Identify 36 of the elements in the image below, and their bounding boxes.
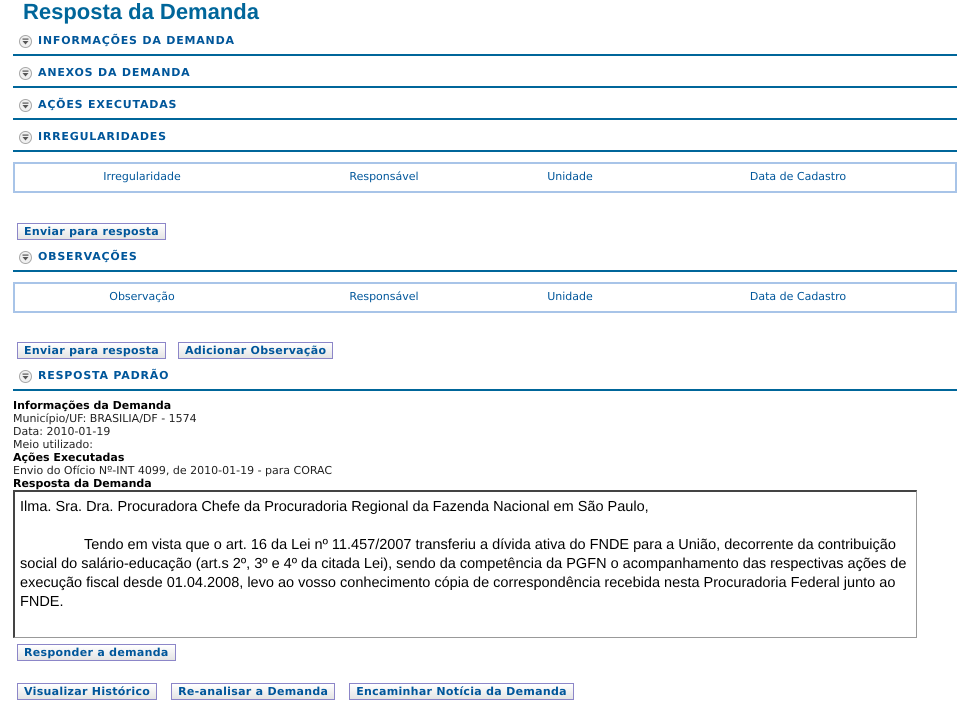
info-line: Meio utilizado: (13, 438, 94, 451)
page-title: Resposta da Demanda (22, 0, 260, 24)
info-heading: Ações Executadas (13, 451, 126, 464)
info-line: Envio do Ofício Nº-INT 4099, de 2010-01-19 - para CORAC (13, 464, 334, 477)
section-title[interactable]: INFORMAÇÕES DA DEMANDA (38, 34, 235, 48)
section-title[interactable]: OBSERVAÇÕES (38, 250, 138, 264)
info-line: Data: 2010-01-19 (13, 425, 112, 438)
column-header: Responsável (348, 169, 420, 186)
column-header: Unidade (546, 289, 594, 306)
collapse-icon[interactable] (19, 250, 32, 264)
info-heading: Resposta da Demanda (13, 477, 153, 490)
form-button[interactable]: Responder a demanda (17, 644, 176, 661)
form-button[interactable]: Enviar para resposta (17, 223, 166, 240)
info-line: Município/UF: BRASILIA/DF - 1574 (13, 412, 198, 425)
collapse-icon[interactable] (19, 130, 32, 144)
collapse-icon[interactable] (19, 98, 32, 112)
column-header: Data de Cadastro (748, 289, 848, 306)
form-button[interactable]: Adicionar Observação (178, 342, 334, 359)
section-title[interactable]: AÇÕES EXECUTADAS (38, 98, 178, 112)
collapse-icon[interactable] (19, 66, 32, 80)
info-heading: Informações da Demanda (13, 399, 172, 412)
column-header: Data de Cadastro (748, 169, 848, 186)
section-title[interactable]: ANEXOS DA DEMANDA (38, 66, 190, 80)
section-title[interactable]: RESPOSTA PADRÃO (38, 369, 170, 383)
collapse-icon[interactable] (19, 34, 32, 48)
form-button[interactable]: Encaminhar Notícia da Demanda (349, 683, 574, 700)
collapse-icon[interactable] (19, 370, 32, 382)
section-title[interactable]: IRREGULARIDADES (38, 130, 167, 144)
form-button[interactable]: Re-analisar a Demanda (171, 683, 336, 700)
form-button[interactable]: Visualizar Histórico (17, 683, 158, 700)
column-header: Irregularidade (102, 169, 182, 186)
response-textarea[interactable]: Ilma. Sra. Dra. Procuradora Chefe da Procuradoria Regional da Fazenda Nacional em São Paulo, Tendo em vista que o art. 16 da Lei nº 11.457/2007 transferiu a dívida ativa do FNDE para a União, decorrente da contribuição social do salário-educação (art.s 2º, 3º e 4º da citada Lei), sendo da competência da PGFN o acompanhamento das respectivas ações de execução fiscal desde 01.04.2008, levo ao vosso conhecimento cópia de correspondência recebida nesta Procuradoria Federal junto ao FNDE. (13, 490, 917, 638)
column-header: Responsável (348, 289, 420, 306)
form-button[interactable]: Enviar para resposta (17, 342, 166, 359)
column-header: Unidade (546, 169, 594, 186)
column-header: Observação (108, 289, 176, 306)
